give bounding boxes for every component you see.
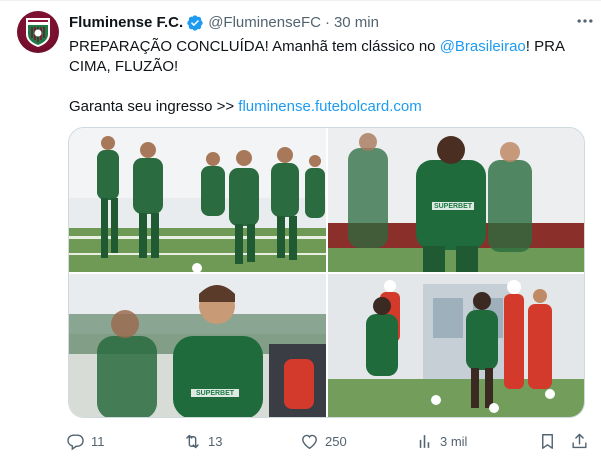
ticket-text: Garanta seu ingresso >> xyxy=(69,98,239,115)
text-part-1: PREPARAÇÃO CONCLUÍDA! Amanhã tem clássic… xyxy=(69,38,440,55)
views-icon xyxy=(419,434,430,448)
ticket-line: Garanta seu ingresso >> fluminense.futeb… xyxy=(69,97,589,117)
tweet-text: PREPARAÇÃO CONCLUÍDA! Amanhã tem clássic… xyxy=(69,37,589,117)
like-count: 250 xyxy=(325,433,347,449)
photo-4[interactable] xyxy=(328,274,584,417)
photo-player-dribbling: SUPERBET xyxy=(328,128,584,272)
reply-icon xyxy=(67,433,84,450)
photo-3[interactable]: SUPERBET xyxy=(69,274,326,417)
photo-players-running: SUPERBET xyxy=(69,274,326,417)
photo-2[interactable]: SUPERBET xyxy=(328,128,584,272)
tweet-card[interactable]: Fluminense F.C. @FluminenseFC · 30 min P… xyxy=(0,0,601,460)
ticket-link[interactable]: fluminense.futebolcard.com xyxy=(238,98,421,115)
tweet-header: Fluminense F.C. @FluminenseFC · 30 min xyxy=(69,13,585,33)
post-time[interactable]: 30 min xyxy=(334,13,379,33)
photo-1[interactable] xyxy=(69,128,326,272)
action-bar: 11 13 250 3 mil xyxy=(62,427,592,455)
club-crest-icon xyxy=(26,18,50,47)
more-options-icon[interactable] xyxy=(575,11,595,31)
mention-link[interactable]: @Brasileirao xyxy=(440,38,526,55)
repost-icon xyxy=(186,434,199,448)
author-handle[interactable]: @FluminenseFC xyxy=(208,13,321,33)
header-separator: · xyxy=(324,14,330,31)
like-icon xyxy=(302,434,317,449)
tweet-main-line: PREPARAÇÃO CONCLUÍDA! Amanhã tem clássic… xyxy=(69,37,589,77)
sponsor-label: SUPERBET xyxy=(434,203,473,210)
share-icon xyxy=(572,433,587,448)
share-button[interactable] xyxy=(570,427,589,455)
views-button[interactable]: 3 mil xyxy=(415,427,467,455)
views-count: 3 mil xyxy=(440,433,468,449)
bookmark-icon xyxy=(542,433,553,449)
reply-count: 11 xyxy=(91,433,105,449)
photo-grid: SUPERBET SUPERBET xyxy=(68,127,585,418)
repost-count: 13 xyxy=(208,433,223,449)
verified-badge-icon xyxy=(187,15,203,31)
author-name[interactable]: Fluminense F.C. xyxy=(69,13,183,33)
photo-training-group xyxy=(69,128,326,272)
sponsor-label: SUPERBET xyxy=(196,390,235,397)
bookmark-button[interactable] xyxy=(538,427,557,455)
reply-button[interactable]: 11 xyxy=(66,427,105,455)
avatar[interactable] xyxy=(17,11,59,53)
photo-drill-session xyxy=(328,274,584,417)
like-button[interactable]: 250 xyxy=(300,427,347,455)
repost-button[interactable]: 13 xyxy=(183,427,222,455)
